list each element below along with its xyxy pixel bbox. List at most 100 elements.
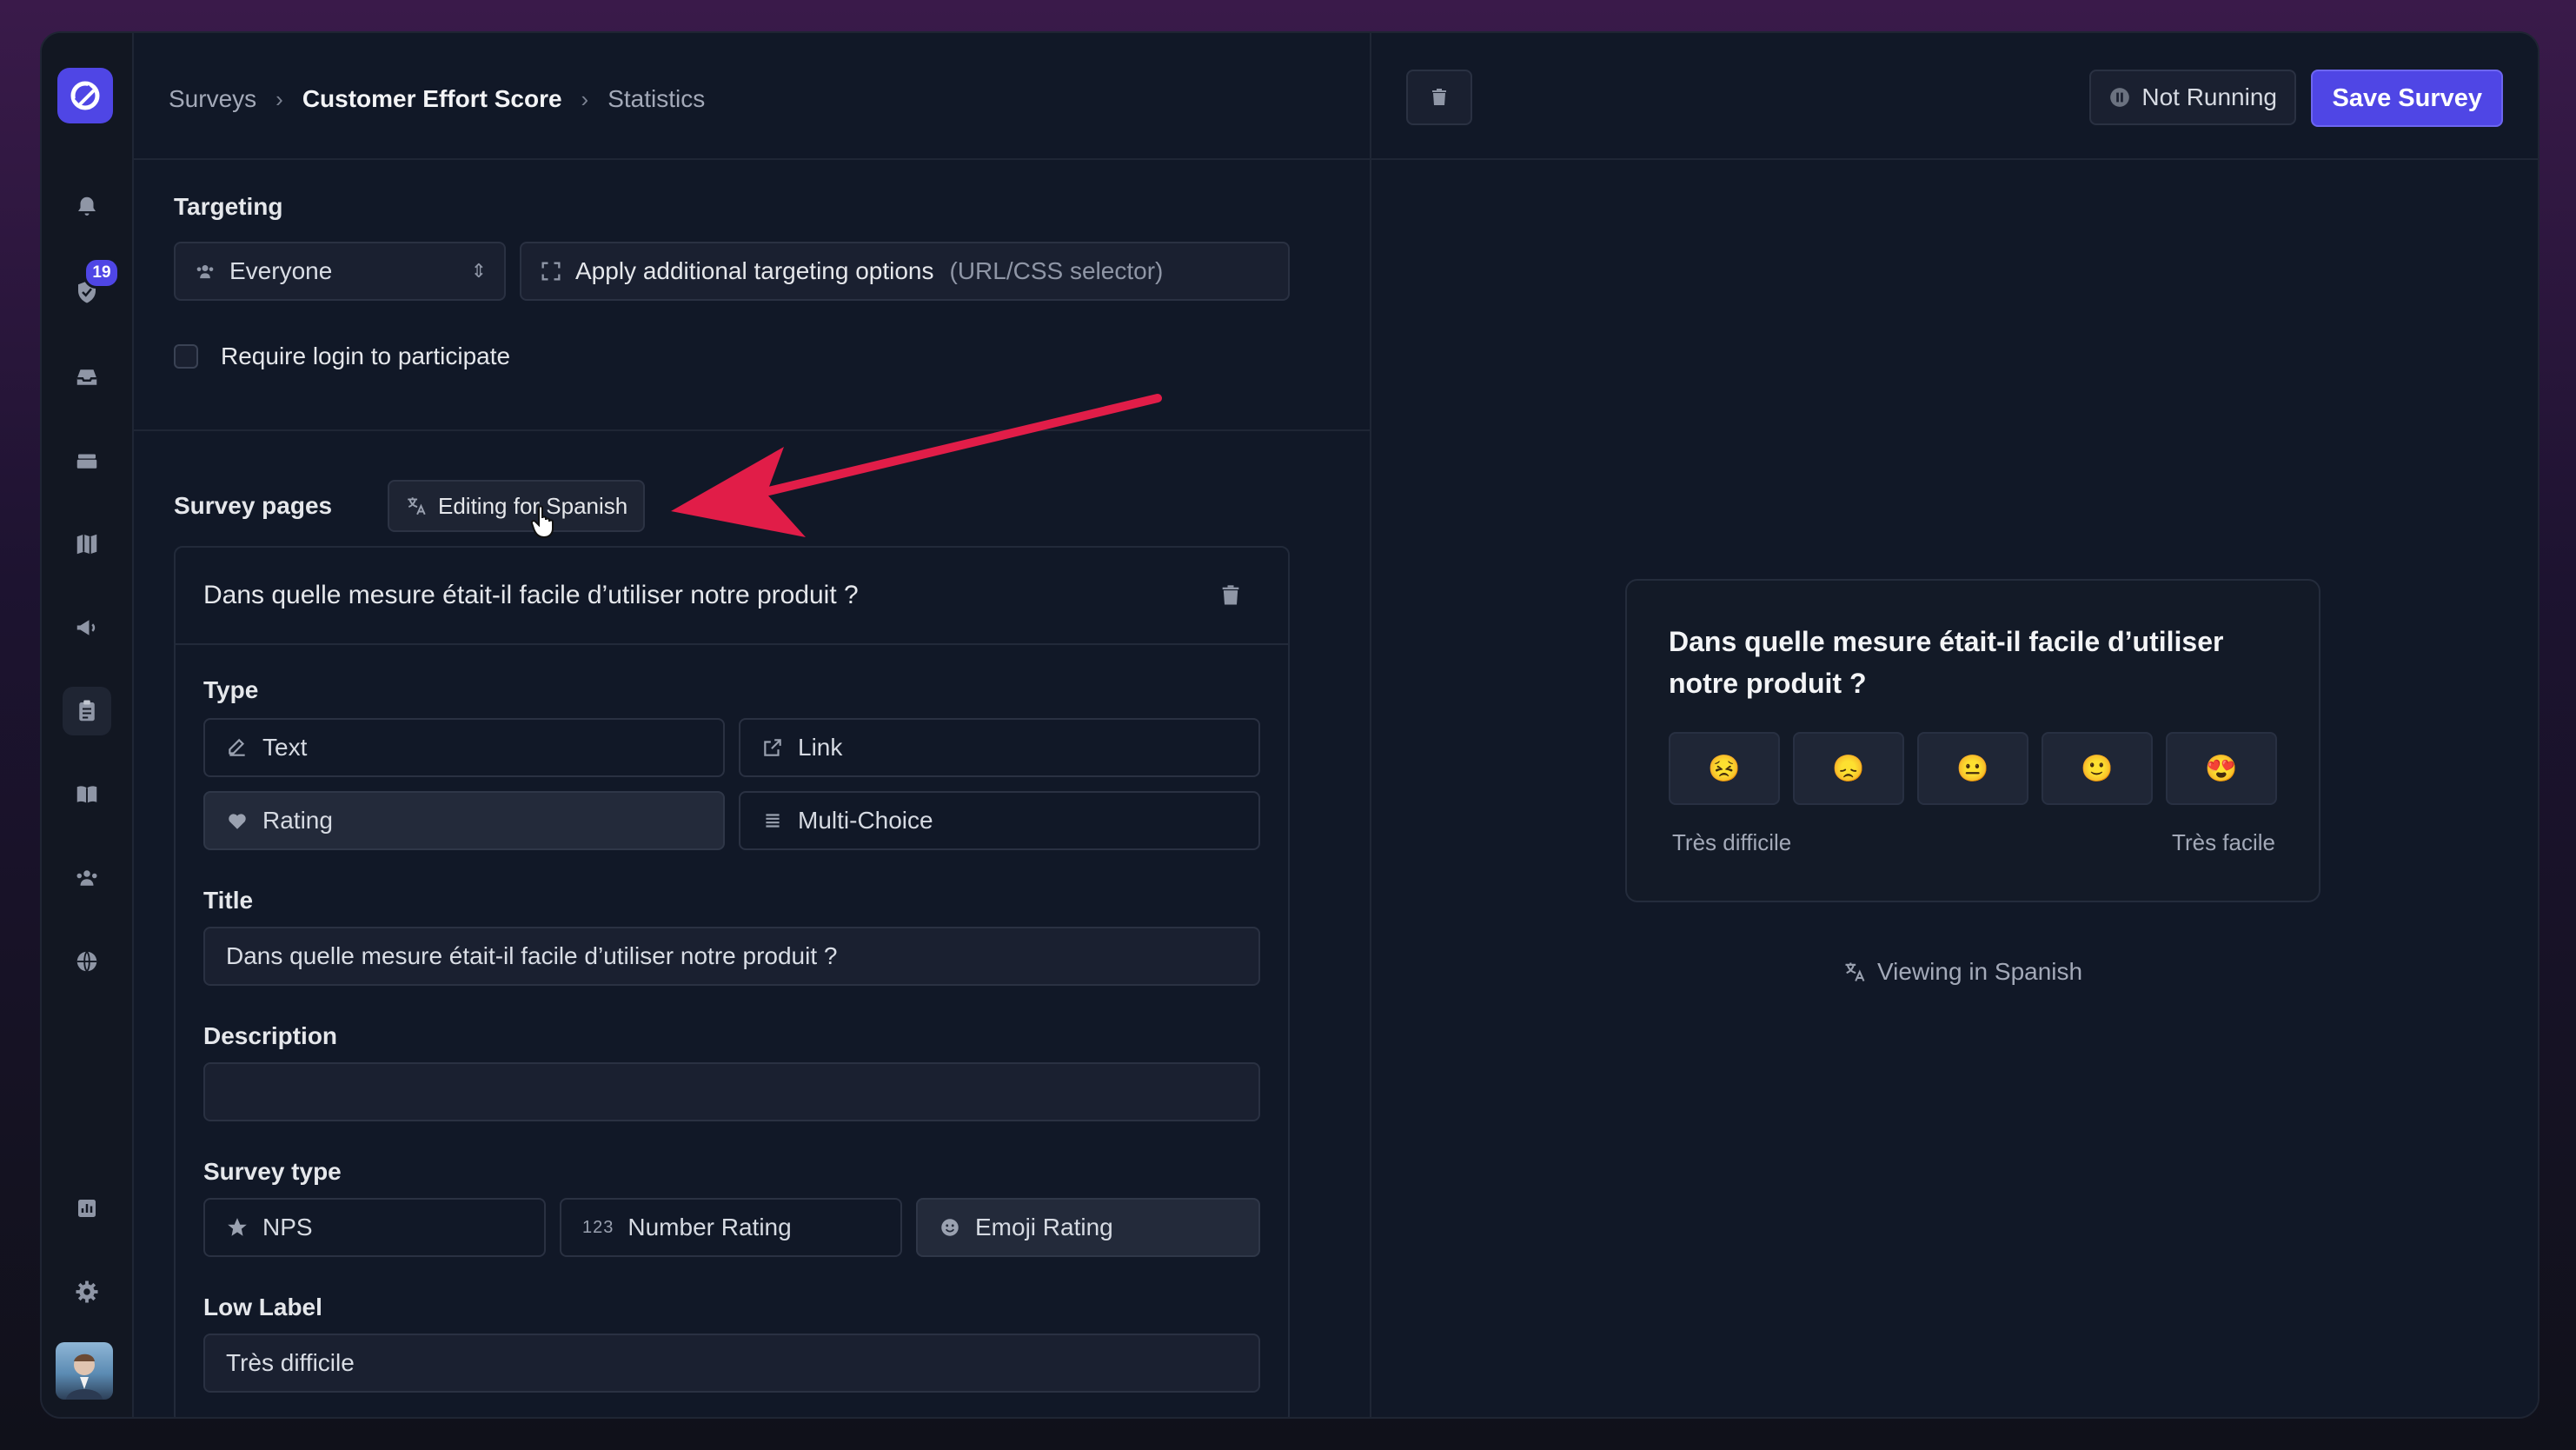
sidebar-item-surveys[interactable]: [63, 687, 111, 735]
inbox-icon: [76, 369, 97, 385]
require-login-checkbox[interactable]: [174, 344, 198, 369]
gear-icon: [76, 1280, 98, 1303]
type-multichoice-button[interactable]: Multi-Choice: [739, 791, 1260, 850]
editor-pane: Surveys › Customer Effort Score › Statis…: [132, 33, 1370, 1417]
low-label-input[interactable]: Très difficile: [203, 1334, 1260, 1393]
survey-type-nps-button[interactable]: NPS: [203, 1198, 546, 1257]
additional-targeting-button[interactable]: Apply additional targeting options (URL/…: [520, 242, 1290, 301]
users-icon: [196, 265, 214, 279]
require-login-label: Require login to participate: [221, 343, 511, 369]
pause-icon: [2110, 88, 2130, 107]
expand-icon: [541, 262, 561, 281]
type-label: Type: [203, 676, 259, 703]
status-label: Not Running: [2141, 83, 2277, 110]
sidebar-item-analytics[interactable]: [63, 1184, 111, 1233]
clipboard-icon: [79, 700, 95, 722]
emoji-option-2[interactable]: 😞: [1793, 732, 1904, 805]
stack-icon: [76, 454, 97, 469]
chevron-updown-icon: ⇕: [470, 260, 487, 282]
edit-icon: [229, 738, 245, 756]
survey-type-emoji-label: Emoji Rating: [975, 1214, 1113, 1240]
preview-card: Dans quelle mesure était-il facile d’uti…: [1625, 579, 2320, 902]
chevron-right-icon: ›: [581, 85, 589, 112]
audience-select[interactable]: Everyone ⇕: [174, 242, 506, 301]
bell-icon: [78, 196, 96, 216]
question-header-title[interactable]: Dans quelle mesure était-il facile d’uti…: [203, 581, 859, 610]
chart-icon: [78, 1200, 96, 1217]
sidebar-item-map[interactable]: [63, 520, 111, 569]
sidebar-item-inbox[interactable]: [63, 353, 111, 402]
sidebar-item-docs[interactable]: [63, 770, 111, 819]
editing-language-badge[interactable]: Editing for Spanish: [388, 480, 646, 532]
emoji-option-1[interactable]: 😣: [1669, 732, 1780, 805]
save-survey-button[interactable]: Save Survey: [2311, 70, 2503, 127]
preview-pane: Not Running Save Survey Dans quelle mesu…: [1370, 33, 2538, 1417]
editor-topbar: Surveys › Customer Effort Score › Statis…: [132, 33, 1370, 160]
annotation-arrow: [671, 394, 1162, 537]
breadcrumb-surveys[interactable]: Surveys: [169, 85, 256, 113]
emoji-option-3[interactable]: 😐: [1917, 732, 2028, 805]
survey-type-label: Survey type: [203, 1158, 342, 1185]
low-label-label: Low Label: [203, 1294, 322, 1320]
viewing-language-label: Viewing in Spanish: [1877, 958, 2083, 985]
logo-icon: [70, 81, 100, 110]
book-icon: [76, 786, 97, 803]
avatar[interactable]: [56, 1342, 113, 1400]
low-label-input-value: Très difficile: [226, 1349, 355, 1376]
heart-icon: [229, 814, 246, 829]
preview-low-label: Très difficile: [1672, 829, 1792, 855]
preview-question: Dans quelle mesure était-il facile d’uti…: [1669, 626, 2224, 699]
type-link-button[interactable]: Link: [739, 718, 1260, 777]
question-card-header: Dans quelle mesure était-il facile d’uti…: [176, 548, 1288, 645]
number-icon: 123: [582, 1217, 614, 1237]
survey-type-number-button[interactable]: 123 Number Rating: [560, 1198, 902, 1257]
type-link-label: Link: [798, 734, 843, 761]
app-logo[interactable]: [57, 68, 113, 123]
sidebar-item-announcements[interactable]: [63, 603, 111, 652]
sidebar-item-stack[interactable]: [63, 436, 111, 485]
viewing-language: Viewing in Spanish: [1842, 958, 2082, 986]
smile-icon: [941, 1219, 959, 1236]
translate-icon: [1845, 962, 1865, 981]
survey-type-emoji-button[interactable]: Emoji Rating: [916, 1198, 1260, 1257]
megaphone-icon: [76, 620, 96, 635]
trash-icon: [1432, 89, 1446, 105]
preview-topbar: Not Running Save Survey: [1371, 33, 2538, 160]
star-icon: [228, 1218, 247, 1236]
globe-icon: [76, 951, 97, 972]
trash-icon[interactable]: [1218, 582, 1243, 609]
description-label: Description: [203, 1022, 338, 1049]
list-icon: [766, 814, 780, 828]
audience-value: Everyone: [229, 257, 333, 284]
additional-targeting-label: Apply additional targeting options: [575, 257, 934, 284]
emoji-option-4[interactable]: 🙂: [2042, 732, 2153, 805]
survey-type-nps-label: NPS: [262, 1214, 313, 1240]
app-window: 19 Surveys › Customer Effort Score › Sta…: [40, 31, 2539, 1419]
translate-icon: [408, 497, 426, 515]
delete-survey-button[interactable]: [1406, 70, 1472, 125]
type-multichoice-label: Multi-Choice: [798, 807, 933, 834]
title-label: Title: [203, 887, 254, 914]
description-input[interactable]: [203, 1062, 1260, 1121]
additional-targeting-hint: (URL/CSS selector): [949, 257, 1164, 284]
type-rating-button[interactable]: Rating: [203, 791, 725, 850]
sidebar-item-notifications[interactable]: [63, 183, 111, 231]
emoji-option-5[interactable]: 😍: [2166, 732, 2277, 805]
preview-high-label: Très facile: [2172, 829, 2275, 855]
question-card: Dans quelle mesure était-il facile d’uti…: [174, 546, 1290, 1417]
chevron-right-icon: ›: [276, 85, 283, 112]
survey-type-number-label: Number Rating: [627, 1214, 792, 1240]
targeting-title: Targeting: [174, 193, 283, 220]
title-input[interactable]: Dans quelle mesure était-il facile d’uti…: [203, 927, 1260, 986]
map-icon: [76, 534, 97, 555]
breadcrumb-statistics[interactable]: Statistics: [607, 85, 705, 113]
sidebar-item-globe[interactable]: [63, 937, 111, 986]
sidebar-item-users[interactable]: [63, 854, 111, 902]
hand-cursor-icon: [530, 505, 554, 539]
type-rating-label: Rating: [262, 807, 333, 834]
sidebar-item-settings[interactable]: [63, 1267, 111, 1316]
status-button[interactable]: Not Running: [2089, 70, 2296, 125]
notification-badge: 19: [83, 257, 120, 289]
breadcrumb-current[interactable]: Customer Effort Score: [302, 85, 562, 113]
type-text-button[interactable]: Text: [203, 718, 725, 777]
